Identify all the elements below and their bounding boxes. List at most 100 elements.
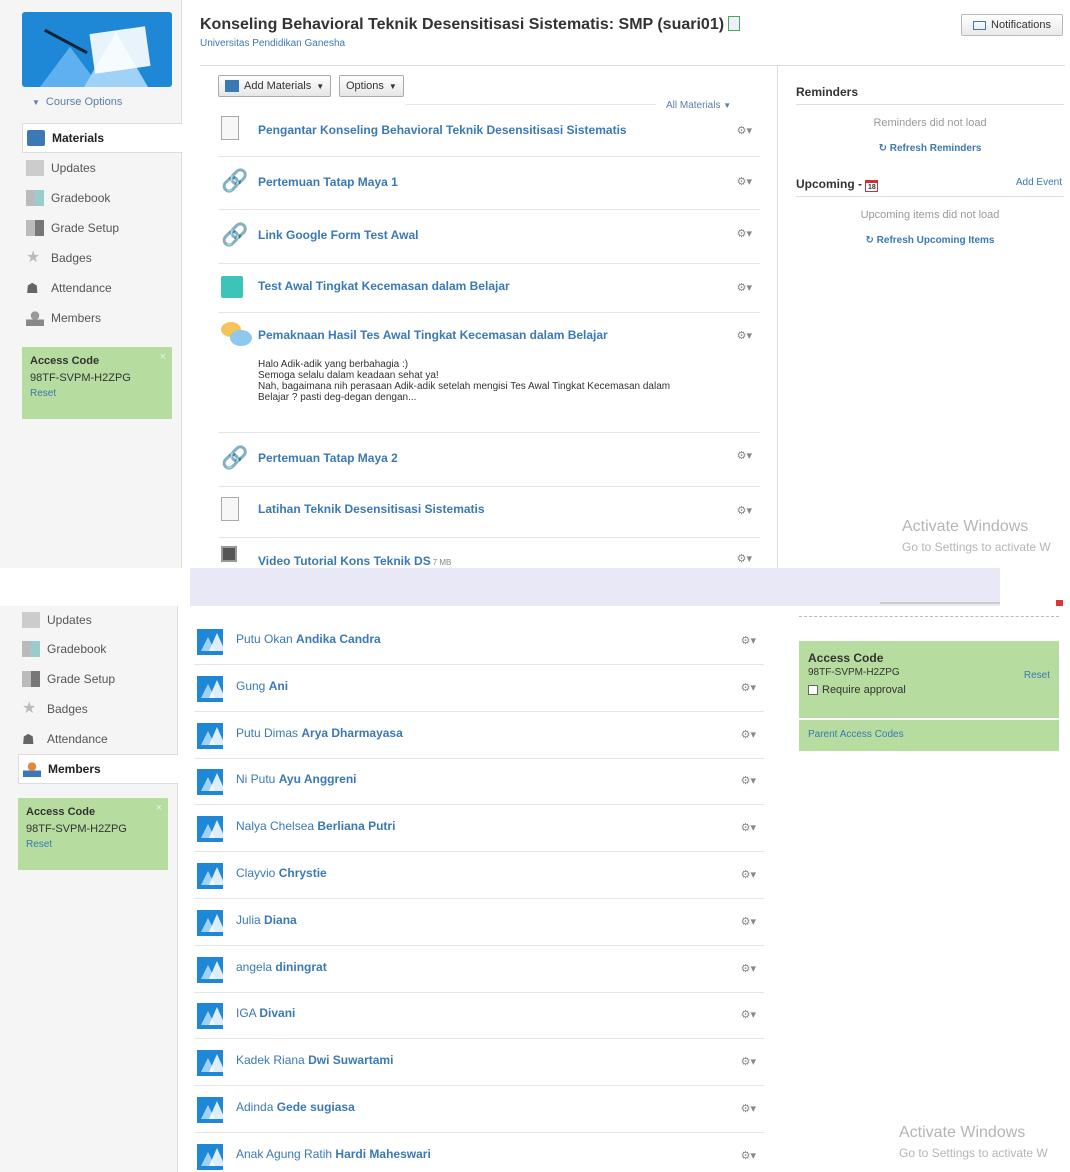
gear-icon[interactable]: ⚙▾ (737, 449, 752, 462)
material-title[interactable]: Pertemuan Tatap Maya 1 (258, 175, 398, 189)
gear-icon[interactable]: ⚙▾ (741, 1149, 756, 1162)
sidebar-item-grade-setup[interactable]: Grade Setup (22, 213, 182, 243)
member-row[interactable]: angela diningrat ⚙▾ (194, 946, 764, 993)
member-name[interactable]: IGA Divani (236, 1006, 295, 1020)
notifications-button[interactable]: Notifications (961, 14, 1063, 36)
member-row[interactable]: Ni Putu Ayu Anggreni ⚙▾ (194, 758, 764, 806)
member-row[interactable]: Gung Ani ⚙▾ (194, 665, 764, 712)
school-link[interactable]: Universitas Pendidikan Ganesha (200, 38, 345, 49)
sidebar-item-members[interactable]: Members (22, 303, 182, 333)
gear-icon[interactable]: ⚙▾ (737, 124, 752, 137)
require-approval-checkbox[interactable] (808, 685, 818, 695)
avatar[interactable] (197, 1097, 223, 1123)
access-code-reset[interactable]: Reset (26, 839, 160, 850)
member-name[interactable]: angela diningrat (236, 960, 327, 974)
sidebar-item-materials[interactable]: Materials (22, 123, 182, 153)
refresh-upcoming-link[interactable]: ↻ Refresh Upcoming Items (796, 235, 1064, 246)
avatar[interactable] (197, 1003, 223, 1030)
member-row[interactable]: Clayvio Chrystie ⚙▾ (194, 852, 764, 899)
sidebar-item-grade-setup[interactable]: Grade Setup (18, 664, 178, 694)
member-name[interactable]: Adinda Gede sugiasa (236, 1100, 355, 1114)
gear-icon[interactable]: ⚙▾ (741, 868, 756, 881)
gear-icon[interactable]: ⚙▾ (741, 774, 756, 787)
material-item[interactable]: 🔗 Link Google Form Test Awal ⚙▾ (218, 210, 760, 264)
avatar[interactable] (197, 1143, 223, 1170)
material-item[interactable]: 🔗 Pertemuan Tatap Maya 2 ⚙▾ (218, 433, 760, 487)
material-title[interactable]: Link Google Form Test Awal (258, 228, 418, 242)
add-event-link[interactable]: Add Event (1016, 177, 1062, 188)
avatar[interactable] (197, 769, 223, 796)
member-name[interactable]: Anak Agung Ratih Hardi Maheswari (236, 1147, 431, 1161)
member-row[interactable]: Julia Diana ⚙▾ (194, 899, 764, 946)
material-title[interactable]: Video Tutorial Kons Teknik DS 7 MB (258, 554, 451, 568)
sidebar-item-gradebook[interactable]: Gradebook (22, 183, 182, 213)
member-row[interactable]: Adinda Gede sugiasa ⚙▾ (194, 1086, 764, 1133)
gear-icon[interactable]: ⚙▾ (741, 821, 756, 834)
member-name[interactable]: Clayvio Chrystie (236, 866, 327, 880)
material-item[interactable]: Test Awal Tingkat Kecemasan dalam Belaja… (218, 264, 760, 313)
member-name[interactable]: Putu Okan Andika Candra (236, 632, 381, 646)
material-title[interactable]: Pertemuan Tatap Maya 2 (258, 451, 398, 465)
member-row[interactable]: Nalya Chelsea Berliana Putri ⚙▾ (194, 805, 764, 853)
avatar[interactable] (197, 956, 223, 983)
sidebar-item-badges[interactable]: ★ Badges (22, 243, 182, 273)
member-row[interactable]: Kadek Riana Dwi Suwartami ⚙▾ (194, 1039, 764, 1087)
material-item[interactable]: Video Tutorial Kons Teknik DS 7 MB ⚙▾ (218, 538, 760, 568)
member-name[interactable]: Nalya Chelsea Berliana Putri (236, 819, 395, 833)
avatar[interactable] (197, 675, 223, 702)
gear-icon[interactable]: ⚙▾ (737, 227, 752, 240)
options-button[interactable]: Options ▼ (339, 75, 404, 97)
member-name[interactable]: Ni Putu Ayu Anggreni (236, 772, 356, 786)
access-code-reset[interactable]: Reset (1024, 670, 1050, 681)
gear-icon[interactable]: ⚙▾ (741, 1102, 756, 1115)
gear-icon[interactable]: ⚙▾ (737, 552, 752, 565)
material-item[interactable]: Pengantar Konseling Behavioral Teknik De… (218, 107, 760, 157)
gear-icon[interactable]: ⚙▾ (741, 681, 756, 694)
add-materials-button[interactable]: Add Materials ▼ (218, 75, 332, 97)
gear-icon[interactable]: ⚙▾ (741, 728, 756, 741)
member-row[interactable]: Putu Okan Andika Candra ⚙▾ (194, 618, 764, 665)
refresh-reminders-link[interactable]: ↻ Refresh Reminders (796, 143, 1064, 154)
gear-icon[interactable]: ⚙▾ (737, 329, 752, 342)
member-row[interactable]: IGA Divani ⚙▾ (194, 992, 764, 1040)
sidebar-item-badges[interactable]: ★ Badges (18, 694, 178, 724)
material-title[interactable]: Test Awal Tingkat Kecemasan dalam Belaja… (258, 279, 510, 293)
avatar[interactable] (197, 629, 223, 655)
gear-icon[interactable]: ⚙▾ (741, 1008, 756, 1021)
member-row[interactable]: Anak Agung Ratih Hardi Maheswari ⚙▾ (194, 1133, 764, 1172)
gear-icon[interactable]: ⚙▾ (737, 504, 752, 517)
material-title[interactable]: Pengantar Konseling Behavioral Teknik De… (258, 123, 627, 137)
material-item[interactable]: 🔗 Pertemuan Tatap Maya 1 ⚙▾ (218, 157, 760, 210)
member-name[interactable]: Kadek Riana Dwi Suwartami (236, 1053, 393, 1067)
sidebar-item-attendance[interactable]: ☗ Attendance (22, 273, 182, 303)
material-title[interactable]: Latihan Teknik Desensitisasi Sistematis (258, 502, 485, 516)
gear-icon[interactable]: ⚙▾ (737, 175, 752, 188)
sidebar-item-attendance[interactable]: ☗ Attendance (18, 724, 178, 754)
sidebar-item-updates[interactable]: Updates (18, 606, 178, 634)
member-name[interactable]: Julia Diana (236, 913, 297, 927)
gear-icon[interactable]: ⚙▾ (741, 634, 756, 647)
close-icon[interactable]: × (160, 351, 166, 363)
sidebar-item-updates[interactable]: Updates (22, 153, 182, 183)
gear-icon[interactable]: ⚙▾ (737, 281, 752, 294)
material-item[interactable]: Latihan Teknik Desensitisasi Sistematis … (218, 487, 760, 538)
course-options-toggle[interactable]: ▼ Course Options (22, 96, 172, 108)
member-name[interactable]: Gung Ani (236, 679, 288, 693)
gear-icon[interactable]: ⚙▾ (741, 962, 756, 975)
calendar-icon[interactable]: 18 (865, 180, 879, 192)
avatar[interactable] (197, 816, 223, 843)
gear-icon[interactable]: ⚙▾ (741, 915, 756, 928)
material-item[interactable]: Pemaknaan Hasil Tes Awal Tingkat Kecemas… (218, 313, 760, 433)
avatar[interactable] (197, 722, 223, 749)
member-name[interactable]: Putu Dimas Arya Dharmayasa (236, 726, 403, 740)
sidebar-item-gradebook[interactable]: Gradebook (18, 634, 178, 664)
parent-access-codes-link[interactable]: Parent Access Codes (799, 720, 1059, 751)
close-icon[interactable]: × (156, 802, 162, 814)
gear-icon[interactable]: ⚙▾ (741, 1055, 756, 1068)
avatar[interactable] (197, 863, 223, 889)
access-code-reset[interactable]: Reset (30, 388, 164, 399)
material-title[interactable]: Pemaknaan Hasil Tes Awal Tingkat Kecemas… (258, 328, 608, 342)
member-row[interactable]: Putu Dimas Arya Dharmayasa ⚙▾ (194, 712, 764, 759)
avatar[interactable] (197, 1050, 223, 1077)
sidebar-item-members[interactable]: Members (18, 754, 178, 784)
